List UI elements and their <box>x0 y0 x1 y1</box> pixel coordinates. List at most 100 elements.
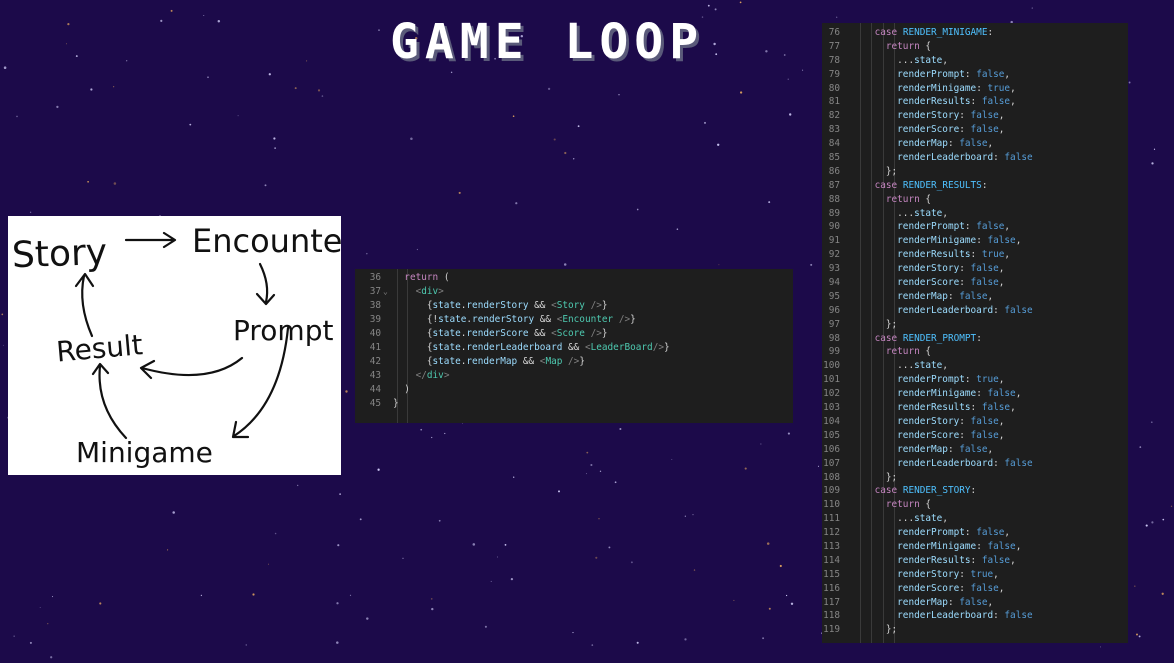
code-text: renderMap: false, <box>897 443 994 455</box>
star <box>573 158 575 160</box>
star <box>515 202 518 205</box>
code-line: 107 renderLeaderboard: false <box>822 457 1128 471</box>
star <box>760 443 762 445</box>
star <box>779 564 782 568</box>
code-text: renderResults: false, <box>897 96 1016 108</box>
line-number: 81 <box>828 96 840 108</box>
star <box>170 9 173 12</box>
line-number: 87 <box>828 179 840 191</box>
line-number: 98 <box>828 332 840 344</box>
star <box>13 635 15 637</box>
line-number: 45 <box>369 398 381 409</box>
line-number: 90 <box>828 221 840 233</box>
star <box>608 546 611 549</box>
line-number: 82 <box>828 110 840 122</box>
code-text: renderStory: true, <box>897 568 999 580</box>
star <box>684 515 686 517</box>
line-number: 119 <box>823 624 840 636</box>
line-number: 105 <box>823 429 840 441</box>
star <box>739 1 742 4</box>
star <box>636 208 639 211</box>
code-text: renderMinigame: false, <box>897 235 1022 247</box>
line-number: 103 <box>823 402 840 414</box>
star <box>378 29 380 31</box>
star <box>1162 518 1165 521</box>
star <box>50 656 53 659</box>
star <box>2 344 4 346</box>
code-line: 40 {state.renderScore && <Score />} <box>355 327 793 341</box>
code-text: renderMap: false, <box>897 290 994 302</box>
star <box>321 95 324 97</box>
code-text: case RENDER_STORY: <box>874 485 977 497</box>
star <box>586 473 588 475</box>
star <box>766 542 770 545</box>
code-text: {state.renderLeaderboard && <LeaderBoard… <box>393 342 670 353</box>
star <box>90 88 93 91</box>
star <box>590 463 593 467</box>
code-text: {state.renderScore && <Score />} <box>393 328 608 339</box>
star <box>52 596 54 598</box>
code-text: renderMap: false, <box>897 138 994 150</box>
fold-chevron-icon[interactable]: ⌄ <box>383 285 388 299</box>
line-number: 38 <box>369 300 381 311</box>
arrow-prompt-to-result <box>139 356 244 380</box>
line-number: 95 <box>828 290 840 302</box>
sketch-label-prompt: Prompt <box>233 314 333 347</box>
star <box>217 19 221 23</box>
star <box>693 569 696 571</box>
star <box>785 594 788 597</box>
line-number: 77 <box>828 40 840 52</box>
code-text: renderPrompt: false, <box>897 68 1011 80</box>
star <box>444 432 446 435</box>
star <box>497 556 498 558</box>
code-snippet-reducer: 76 case RENDER_MINIGAME: 77 return {78 ..… <box>822 23 1128 643</box>
line-number: 107 <box>823 457 840 469</box>
line-number: 86 <box>828 165 840 177</box>
code-text: renderStory: false, <box>897 415 1005 427</box>
star <box>676 228 679 230</box>
code-text: ...state, <box>852 360 948 372</box>
line-number: 116 <box>823 582 840 594</box>
star <box>1134 585 1136 587</box>
star <box>707 4 710 7</box>
star <box>789 113 792 116</box>
star <box>1031 7 1033 9</box>
star <box>431 436 433 439</box>
star <box>714 8 717 11</box>
code-text: return { <box>885 499 932 511</box>
code-line: 97 }; <box>822 318 1128 332</box>
line-number: 83 <box>828 124 840 136</box>
star <box>614 481 617 484</box>
code-line: 106 renderMap: false, <box>822 443 1128 457</box>
code-line: 98 case RENDER_PROMPT: <box>822 332 1128 346</box>
line-number: 97 <box>828 318 840 330</box>
star <box>490 580 492 582</box>
star <box>273 137 276 140</box>
code-line: 78 ...state, <box>822 54 1128 68</box>
star <box>1151 162 1154 165</box>
code-line: 89 ...state, <box>822 207 1128 221</box>
code-line: 116 renderScore: false, <box>822 582 1128 596</box>
line-number: 44 <box>369 384 381 395</box>
code-line: 102 renderMinigame: false, <box>822 387 1128 401</box>
code-text: renderScore: false, <box>897 429 1005 441</box>
star <box>16 115 18 118</box>
code-line: 82 renderStory: false, <box>822 109 1128 123</box>
sketch-label-minigame: Minigame <box>76 436 213 469</box>
code-line: 79 renderPrompt: false, <box>822 68 1128 82</box>
arrow-encounter-to-prompt <box>255 262 276 306</box>
star <box>172 511 175 514</box>
code-text: renderMinigame: false, <box>897 540 1022 552</box>
star <box>553 138 556 141</box>
code-text: renderPrompt: false, <box>897 221 1011 233</box>
star <box>3 66 7 69</box>
code-line: 43 </div> <box>355 369 793 383</box>
star <box>1161 592 1164 595</box>
line-number: 80 <box>828 82 840 94</box>
star <box>66 43 67 45</box>
star <box>274 147 276 149</box>
code-text: return ( <box>404 272 450 283</box>
star <box>810 263 813 266</box>
code-text: ...state, <box>852 513 948 525</box>
star <box>762 637 765 640</box>
